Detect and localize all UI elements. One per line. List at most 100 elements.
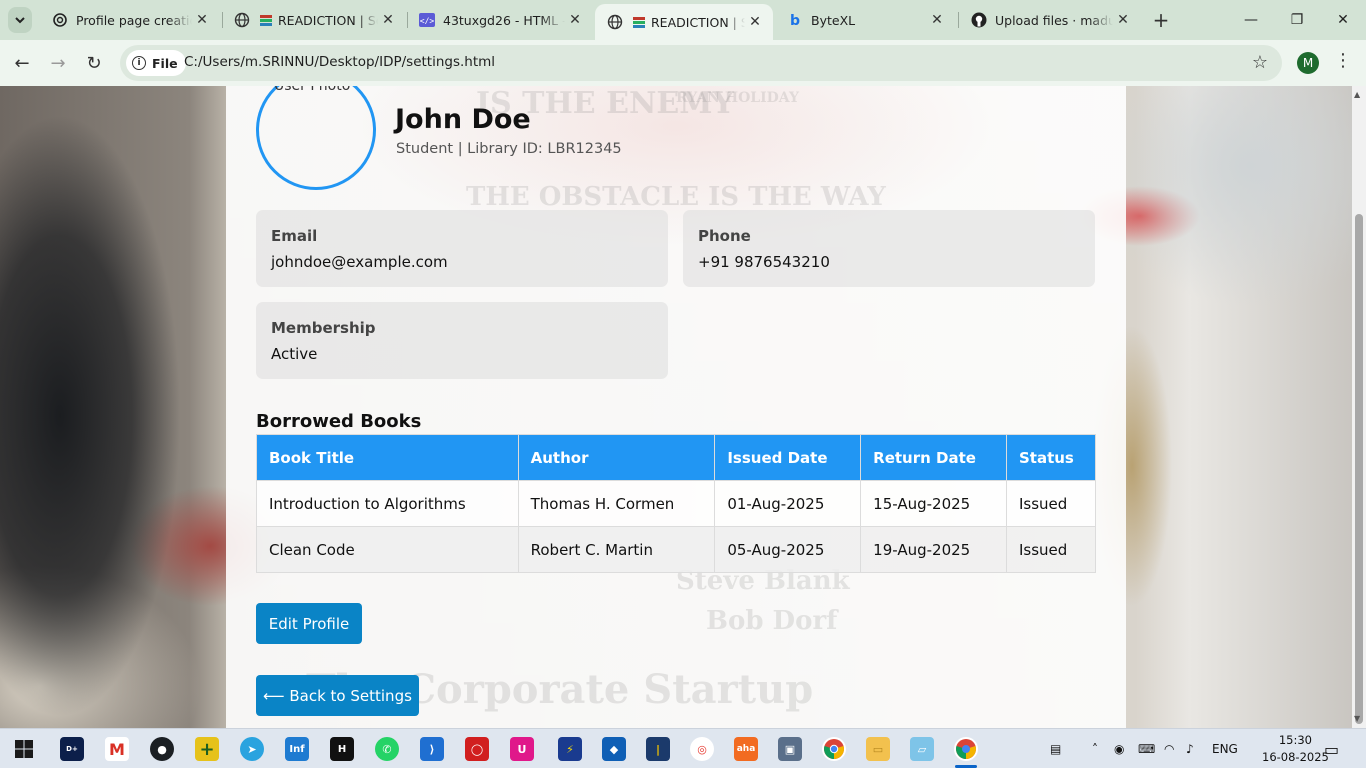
scroll-down-icon[interactable]: ▼ [1354,714,1360,723]
book-title-cell: Introduction to Algorithms [256,480,519,527]
scroll-up-icon[interactable]: ▲ [1354,90,1360,99]
ai-app-icon[interactable]: ⚡ [558,737,582,761]
column-header: Status [1005,434,1097,481]
close-icon[interactable]: ✕ [565,10,585,30]
email-value: johndoe@example.com [271,253,448,271]
chrome-icon[interactable] [822,737,846,761]
task-view-icon[interactable]: ▤ [1050,729,1061,768]
chrome-profile-icon[interactable] [954,737,978,761]
input-method-icon[interactable]: ⌨ [1138,729,1155,768]
tab-readiction-1[interactable]: READICTION | Settings ✕ [222,0,406,40]
column-header: Author [517,434,716,481]
bar-app-icon[interactable]: | [646,737,670,761]
address-bar[interactable]: i File C:/Users/m.SRINNU/Desktop/IDP/set… [120,45,1282,81]
close-icon[interactable]: ✕ [192,10,212,30]
hotstar-icon[interactable]: D+ [60,737,84,761]
browser-toolbar: ← → ↻ i File C:/Users/m.SRINNU/Desktop/I… [0,40,1366,86]
author-cell: Thomas H. Cormen [517,480,716,527]
profile-avatar[interactable]: M [1297,52,1319,74]
openai-icon [52,12,68,28]
back-arrow-icon[interactable]: ← [8,49,36,77]
windows-start-icon[interactable] [12,737,36,761]
hackerrank-icon[interactable]: H [330,737,354,761]
url-text[interactable]: C:/Users/m.SRINNU/Desktop/IDP/settings.h… [184,54,495,70]
photos-icon[interactable]: ◎ [690,737,714,761]
tab-github[interactable]: Upload files · madubhavana ✕ [959,0,1141,40]
books-icon [631,14,647,30]
close-window-button[interactable]: ✕ [1320,0,1366,40]
globe-icon [234,12,250,28]
bookmark-star-icon[interactable]: ☆ [1252,52,1268,73]
notes-app-icon[interactable]: ▱ [910,737,934,761]
return-date-cell: 15-Aug-2025 [860,480,1007,527]
infosys-icon[interactable]: Inf [285,737,309,761]
tab-strip: Profile page creation ✕ READICTION | Set… [0,0,1366,40]
volume-icon[interactable]: ♪ [1186,729,1194,768]
profile-card: IS THE ENEMY THE OBSTACLE IS THE WAY Ste… [226,86,1126,728]
clock[interactable]: 15:30 16-08-2025 [1262,732,1329,766]
language-indicator[interactable]: ENG [1212,729,1238,768]
vscode-icon[interactable]: ⟩ [420,737,444,761]
new-tab-button[interactable]: + [1149,8,1173,32]
reload-icon[interactable]: ↻ [80,49,108,77]
close-icon[interactable]: ✕ [378,10,398,30]
tab-search-button[interactable] [8,7,32,33]
forward-arrow-icon[interactable]: → [44,49,72,77]
aha-icon[interactable]: aha [734,737,758,761]
notifications-icon[interactable]: ▭ [1324,729,1339,768]
tab-bytexl[interactable]: b ByteXL ✕ [775,0,955,40]
column-header: Return Date [860,434,1007,481]
membership-box: Membership Active [256,302,668,379]
page-scrollbar[interactable]: ▲ ▼ [1352,86,1366,728]
computer-icon[interactable]: ▣ [778,737,802,761]
tab-title: Profile page creation [76,12,192,28]
telegram-icon[interactable]: ➤ [240,737,264,761]
edit-profile-button[interactable]: Edit Profile [256,603,362,644]
tab-title: ByteXL [811,12,856,28]
user-photo [256,86,376,190]
wifi-icon[interactable]: ◠ [1164,729,1174,768]
close-icon[interactable]: ✕ [745,12,765,32]
file-explorer-icon[interactable]: ▭ [866,737,890,761]
membership-value: Active [271,345,318,363]
email-box: Email johndoe@example.com [256,210,668,287]
status-cell: Issued [1005,480,1097,527]
borrowed-books-table: Book Title Author Issued Date Return Dat… [256,434,1097,573]
github-taskbar-icon[interactable]: ● [150,737,174,761]
oracle-icon[interactable]: ◯ [465,737,489,761]
tab-title: READICTION | Settings [651,14,745,30]
tab-title: Upload files · madubhavana [995,12,1113,28]
site-info-chip[interactable]: i File [126,50,186,76]
gmail-icon[interactable]: M [105,737,129,761]
tab-onecompiler[interactable]: </> 43tuxgd26 - HTML - OneCompiler ✕ [407,0,593,40]
table-row: Clean Code Robert C. Martin 05-Aug-2025 … [256,526,1097,573]
dynamics-icon[interactable]: ◆ [602,737,626,761]
back-to-settings-button[interactable]: ⟵ Back to Settings [256,675,419,716]
page-viewport: IS THE ENEMY THE OBSTACLE IS THE WAY Ste… [0,86,1352,728]
close-icon[interactable]: ✕ [1113,10,1133,30]
windows-taskbar: D+ M ● + ➤ Inf H ✆ ⟩ ◯ U ⚡ ◆ | ◎ aha ▣ ▭… [0,728,1366,768]
plus-app-icon[interactable]: + [195,737,219,761]
location-icon[interactable]: ◉ [1114,729,1124,768]
u-app-icon[interactable]: U [510,737,534,761]
scrollbar-thumb[interactable] [1355,214,1363,724]
close-icon[interactable]: ✕ [927,10,947,30]
globe-icon [607,14,623,30]
info-icon: i [132,56,146,70]
clock-date: 16-08-2025 [1262,750,1329,764]
bg-book-text: RYAN HOLIDAY [676,90,799,106]
whatsapp-icon[interactable]: ✆ [375,737,399,761]
minimize-button[interactable]: — [1228,0,1274,40]
restore-button[interactable]: ❐ [1274,0,1320,40]
table-header-row: Book Title Author Issued Date Return Dat… [256,434,1097,481]
return-date-cell: 19-Aug-2025 [860,526,1007,573]
membership-label: Membership [271,319,376,337]
show-hidden-icons[interactable]: ˄ [1092,729,1098,768]
menu-kebab-icon[interactable]: ⋮ [1334,50,1352,71]
phone-value: +91 9876543210 [698,253,830,271]
tab-readiction-active[interactable]: READICTION | Settings ✕ [595,4,773,40]
tab-profile-page[interactable]: Profile page creation ✕ [40,0,220,40]
author-cell: Robert C. Martin [517,526,716,573]
status-cell: Issued [1005,526,1097,573]
email-label: Email [271,227,318,245]
